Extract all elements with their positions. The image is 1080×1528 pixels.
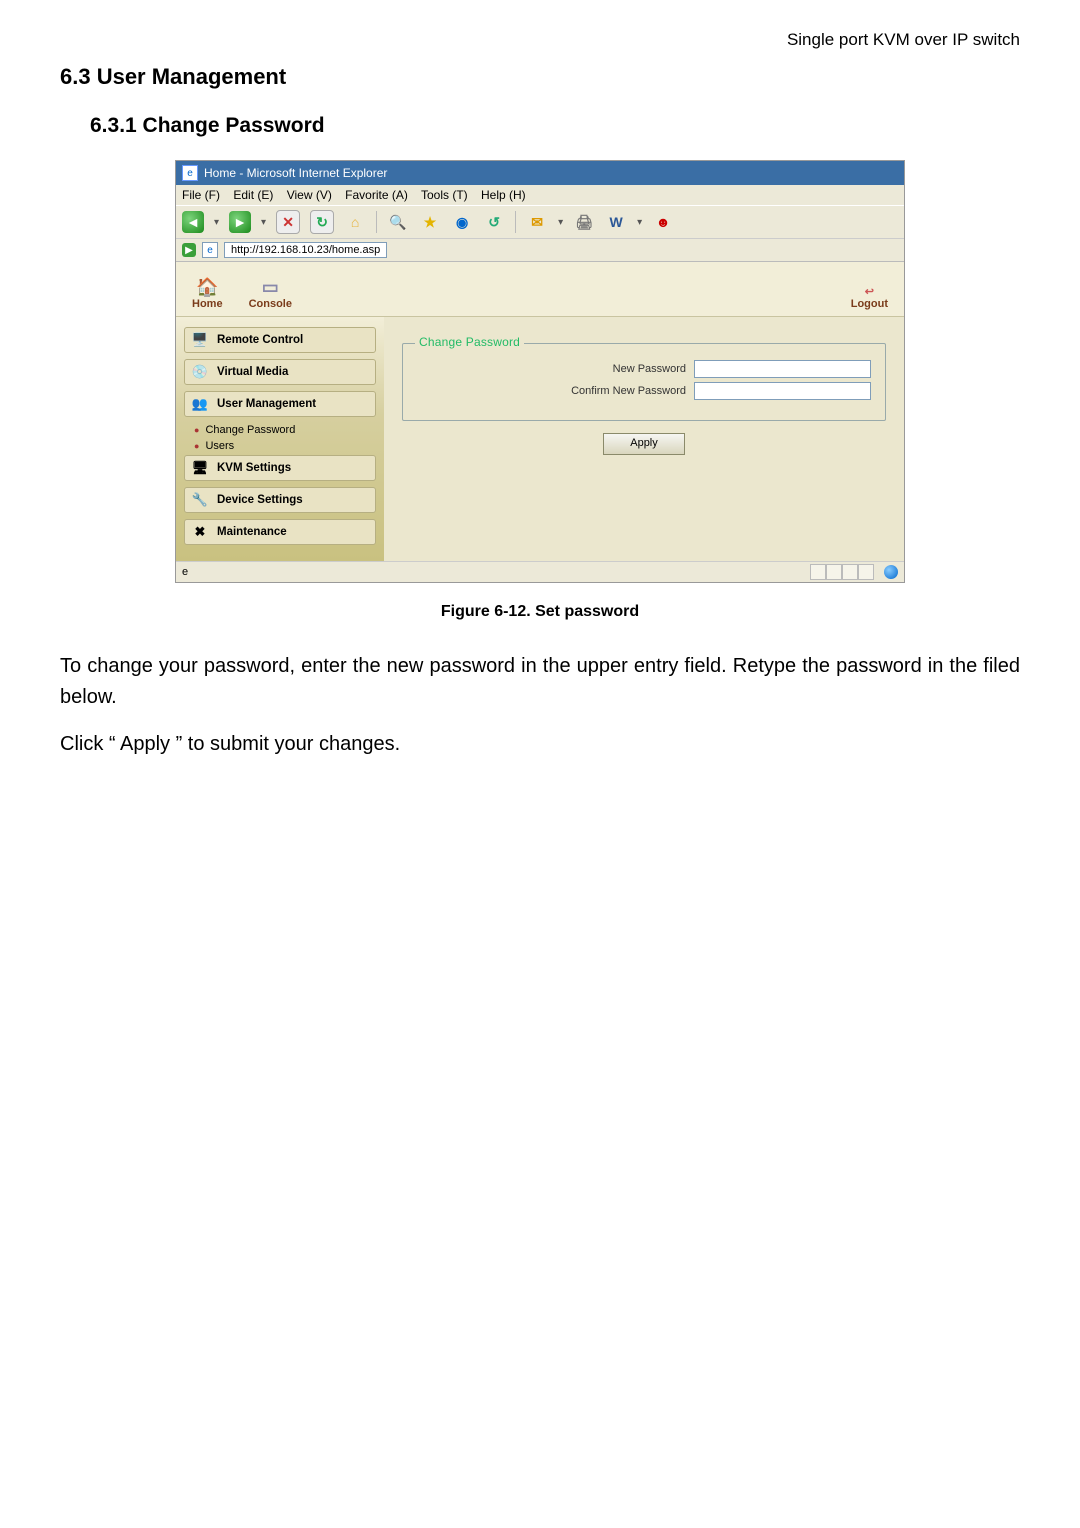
sidebar-item-remote-control[interactable]: 🖥️ Remote Control	[184, 327, 376, 353]
sidebar-item-label: User Management	[217, 398, 316, 410]
subsection-heading: 6.3.1 Change Password	[90, 114, 1020, 138]
refresh-icon[interactable]: ↻	[310, 210, 334, 234]
status-segment	[810, 564, 826, 580]
doc-header: Single port KVM over IP switch	[60, 30, 1020, 50]
menu-tools[interactable]: Tools (T)	[421, 188, 468, 202]
toolbar-dropdown-icon[interactable]: ▾	[558, 217, 563, 228]
sidebar: 🖥️ Remote Control 💿 Virtual Media 👥 User…	[176, 317, 384, 561]
sidebar-item-label: Remote Control	[217, 334, 303, 346]
home-tab[interactable]: 🏠 Home	[192, 276, 223, 316]
address-field[interactable]: http://192.168.10.23/home.asp	[224, 242, 387, 258]
forward-icon[interactable]: ►	[229, 211, 251, 233]
kvm-icon: 🖥	[191, 459, 209, 477]
status-segment	[858, 564, 874, 580]
status-segment	[842, 564, 858, 580]
change-password-fieldset: Change Password New Password Confirm New…	[402, 343, 886, 421]
sidebar-item-label: KVM Settings	[217, 462, 291, 474]
ie-addressbar: ▶ e http://192.168.10.23/home.asp	[176, 239, 904, 262]
home-icon[interactable]: ⌂	[344, 211, 366, 233]
body-paragraph: Click “ Apply ” to submit your changes.	[60, 729, 1020, 760]
console-tab-icon: ▭	[257, 276, 283, 298]
new-password-input[interactable]	[694, 360, 871, 378]
stop-icon[interactable]: ✕	[276, 210, 300, 234]
ie-statusbar: e	[176, 561, 904, 582]
status-segment	[826, 564, 842, 580]
search-icon[interactable]: 🔍	[387, 211, 409, 233]
internet-zone-icon	[884, 565, 898, 579]
logout-icon: ↩	[865, 285, 874, 298]
home-tab-label: Home	[192, 298, 223, 310]
ie-menubar[interactable]: File (F) Edit (E) View (V) Favorite (A) …	[176, 185, 904, 205]
console-tab[interactable]: ▭ Console	[249, 276, 292, 316]
sidebar-item-label: Device Settings	[217, 494, 303, 506]
menu-help[interactable]: Help (H)	[481, 188, 526, 202]
app-tabbar: 🏠 Home ▭ Console ↩ Logout	[176, 262, 904, 317]
print-icon[interactable]: 🖨	[573, 211, 595, 233]
sidebar-item-kvm-settings[interactable]: 🖥 KVM Settings	[184, 455, 376, 481]
media-icon[interactable]: ◉	[451, 211, 473, 233]
sidebar-sub-change-password[interactable]: Change Password	[184, 423, 376, 437]
logout-tab[interactable]: ↩ Logout	[851, 285, 888, 316]
history-icon[interactable]: ↺	[483, 211, 505, 233]
apply-button[interactable]: Apply	[603, 433, 685, 455]
favorites-icon[interactable]: ★	[419, 211, 441, 233]
page-icon: e	[202, 242, 218, 258]
sidebar-item-label: Virtual Media	[217, 366, 288, 378]
body-paragraph: To change your password, enter the new p…	[60, 651, 1020, 713]
menu-file[interactable]: File (F)	[182, 188, 220, 202]
settings-icon: 🔧	[191, 491, 209, 509]
page-icon: e	[182, 566, 188, 578]
console-tab-label: Console	[249, 298, 292, 310]
toolbar-dropdown-icon[interactable]: ▾	[261, 217, 266, 228]
fieldset-legend: Change Password	[415, 335, 524, 349]
confirm-password-label: Confirm New Password	[417, 385, 686, 397]
go-icon[interactable]: ▶	[182, 243, 196, 257]
toolbar-separator	[376, 211, 377, 233]
confirm-password-input[interactable]	[694, 382, 871, 400]
toolbar-dropdown-icon[interactable]: ▾	[214, 217, 219, 228]
users-icon: 👥	[191, 395, 209, 413]
mail-icon[interactable]: ✉	[526, 211, 548, 233]
ie-icon: e	[182, 165, 198, 181]
back-icon[interactable]: ◄	[182, 211, 204, 233]
sidebar-sub-users[interactable]: Users	[184, 439, 376, 453]
sidebar-item-device-settings[interactable]: 🔧 Device Settings	[184, 487, 376, 513]
menu-edit[interactable]: Edit (E)	[233, 188, 273, 202]
window-titlebar: e Home - Microsoft Internet Explorer	[176, 161, 904, 185]
sidebar-item-user-management[interactable]: 👥 User Management	[184, 391, 376, 417]
figure-caption: Figure 6-12. Set password	[60, 603, 1020, 621]
maintenance-icon: ✖	[191, 523, 209, 541]
menu-view[interactable]: View (V)	[287, 188, 332, 202]
logout-label: Logout	[851, 298, 888, 310]
sidebar-item-virtual-media[interactable]: 💿 Virtual Media	[184, 359, 376, 385]
screenshot-window: e Home - Microsoft Internet Explorer Fil…	[175, 160, 905, 583]
toolbar-dropdown-icon[interactable]: ▾	[637, 217, 642, 228]
messenger-icon[interactable]: ☻	[652, 211, 674, 233]
window-title: Home - Microsoft Internet Explorer	[204, 166, 387, 180]
section-heading: 6.3 User Management	[60, 64, 1020, 90]
home-tab-icon: 🏠	[194, 276, 220, 298]
word-icon[interactable]: W	[605, 211, 627, 233]
sidebar-item-label: Maintenance	[217, 526, 287, 538]
ie-toolbar: ◄ ▾ ► ▾ ✕ ↻ ⌂ 🔍 ★ ◉ ↺ ✉ ▾ 🖨 W ▾ ☻	[176, 205, 904, 239]
sidebar-item-maintenance[interactable]: ✖ Maintenance	[184, 519, 376, 545]
menu-favorite[interactable]: Favorite (A)	[345, 188, 408, 202]
new-password-label: New Password	[417, 363, 686, 375]
main-content: Change Password New Password Confirm New…	[384, 317, 904, 561]
toolbar-separator	[515, 211, 516, 233]
monitor-icon: 🖥️	[191, 331, 209, 349]
disc-icon: 💿	[191, 363, 209, 381]
